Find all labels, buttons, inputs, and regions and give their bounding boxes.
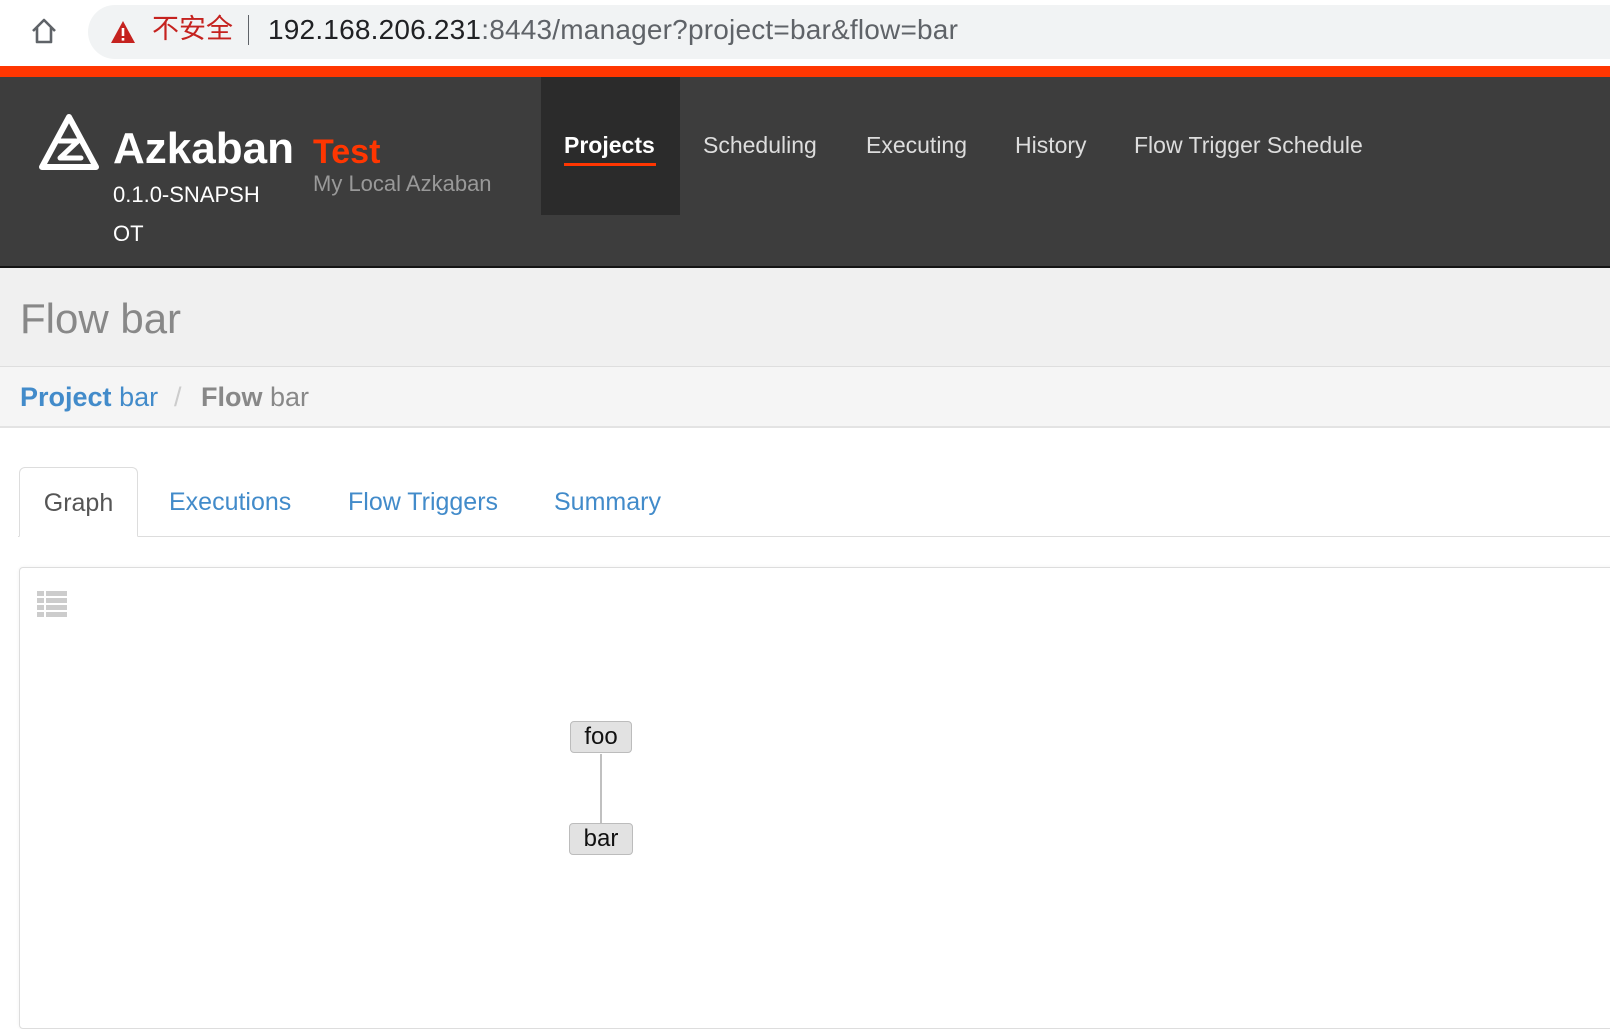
tab-executions[interactable]: Executions xyxy=(169,467,291,537)
not-secure-label[interactable]: 不安全 xyxy=(152,14,233,46)
url-text[interactable]: 192.168.206.231:8443/manager?project=bar… xyxy=(268,13,958,47)
breadcrumb-flow-name: bar xyxy=(270,382,310,412)
accent-bar xyxy=(0,66,1610,77)
page-header: Flow bar xyxy=(0,268,1610,367)
breadcrumb-project-link[interactable]: Project bar xyxy=(20,381,158,413)
list-icon[interactable] xyxy=(37,590,67,618)
url-host: 192.168.206.231 xyxy=(268,14,482,45)
graph-node-foo[interactable]: foo xyxy=(570,721,632,753)
azkaban-logo-icon[interactable] xyxy=(38,113,100,173)
page-title: Flow bar xyxy=(20,295,182,342)
nav-scheduling[interactable]: Scheduling xyxy=(703,130,817,160)
graph-node-bar[interactable]: bar xyxy=(569,823,633,855)
breadcrumb: Project bar / Flow bar xyxy=(0,367,1610,428)
version-label: 0.1.0-SNAPSHOT xyxy=(113,182,260,246)
url-path: :8443/manager?project=bar&flow=bar xyxy=(481,14,959,45)
url-divider xyxy=(248,15,249,45)
tab-flow-triggers[interactable]: Flow Triggers xyxy=(348,467,498,537)
brand-name[interactable]: Azkaban xyxy=(113,123,294,175)
breadcrumb-flow-label: Flow xyxy=(201,382,263,412)
warning-icon xyxy=(111,21,135,43)
graph-edge-foo-bar xyxy=(600,754,602,823)
environment-name: Test xyxy=(313,133,381,171)
home-button[interactable] xyxy=(26,13,62,49)
breadcrumb-project-name: bar xyxy=(119,382,159,412)
breadcrumb-project-label: Project xyxy=(20,382,112,412)
breadcrumb-separator: / xyxy=(174,382,182,412)
tab-graph[interactable]: Graph xyxy=(19,467,138,537)
nav-executing[interactable]: Executing xyxy=(866,130,967,160)
browser-toolbar: 不安全 192.168.206.231:8443/manager?project… xyxy=(0,0,1610,66)
breadcrumb-flow-current: Flow bar xyxy=(201,381,309,413)
graph-panel[interactable] xyxy=(19,567,1610,1029)
top-navbar: Azkaban 0.1.0-SNAPSHOT Test My Local Azk… xyxy=(0,77,1610,268)
nav-projects[interactable]: Projects xyxy=(564,130,655,160)
nav-flow-trigger-schedule[interactable]: Flow Trigger Schedule xyxy=(1134,130,1363,160)
home-icon xyxy=(32,18,56,44)
nav-history[interactable]: History xyxy=(1015,130,1087,160)
environment-description: My Local Azkaban xyxy=(313,171,492,196)
nav-active-underline xyxy=(564,163,656,166)
tab-summary[interactable]: Summary xyxy=(554,467,661,537)
